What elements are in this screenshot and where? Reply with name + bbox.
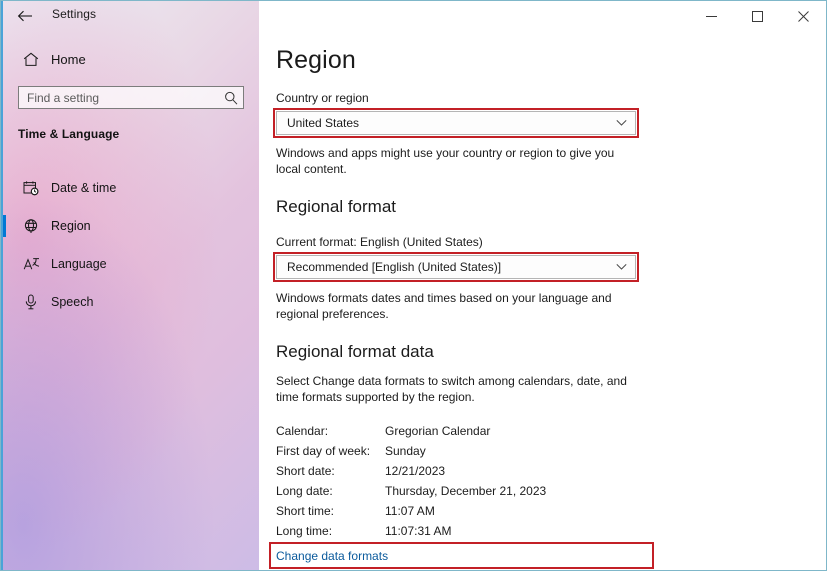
maximize-icon — [751, 10, 763, 22]
sidebar-item-label: Date & time — [51, 181, 117, 195]
regional-format-data-description: Select Change data formats to switch amo… — [276, 374, 627, 404]
sidebar-group-title: Time & Language — [18, 127, 120, 141]
table-row: First day of week: Sunday — [276, 441, 696, 461]
close-icon — [797, 10, 809, 22]
back-arrow-icon — [17, 9, 33, 23]
regional-format-data-table: Calendar: Gregorian Calendar First day o… — [276, 421, 696, 541]
row-value: Sunday — [385, 444, 426, 458]
row-value: 12/21/2023 — [385, 464, 446, 478]
home-icon — [13, 52, 49, 67]
maximize-button[interactable] — [734, 1, 780, 31]
calendar-clock-icon — [13, 180, 49, 196]
search-icon[interactable] — [219, 87, 243, 108]
regional-format-heading: Regional format — [276, 197, 397, 216]
sidebar-item-label: Speech — [51, 295, 94, 309]
row-label: Calendar: — [276, 424, 329, 438]
row-value: 11:07 AM — [385, 504, 435, 518]
row-label: Short time: — [276, 504, 335, 518]
table-row: Short date: 12/21/2023 — [276, 461, 696, 481]
sidebar: Home Time & Language — [1, 1, 259, 570]
table-row: Short time: 11:07 AM — [276, 501, 696, 521]
sidebar-item-label: Language — [51, 257, 107, 271]
globe-region-icon — [13, 218, 49, 234]
back-button[interactable] — [10, 2, 40, 30]
app-title: Settings — [52, 7, 97, 21]
row-value: 11:07:31 AM — [385, 524, 452, 538]
search-box[interactable] — [18, 86, 244, 109]
sidebar-item-label: Region — [51, 219, 91, 233]
sidebar-item-home[interactable]: Home — [3, 45, 259, 73]
row-value: Gregorian Calendar — [385, 424, 491, 438]
sidebar-item-language[interactable]: Language — [3, 245, 259, 283]
window-controls — [688, 1, 826, 31]
page-title: Region — [276, 46, 356, 74]
regional-format-dropdown-highlight — [273, 252, 639, 282]
title-bar: Settings — [1, 1, 826, 31]
microphone-icon — [13, 294, 49, 310]
sidebar-home-label: Home — [51, 51, 86, 67]
main-content: Region Country or region United States W… — [259, 31, 826, 570]
settings-window: Settings Home Find a setting Time & Lang… — [0, 0, 827, 571]
current-format-label: Current format: English (United States) — [276, 235, 483, 249]
minimize-icon — [705, 11, 717, 22]
row-label: Long time: — [276, 524, 333, 538]
change-data-formats-highlight — [269, 542, 654, 569]
language-icon — [13, 256, 49, 272]
country-or-region-label: Country or region — [276, 91, 369, 105]
row-label: Long date: — [276, 484, 333, 498]
row-label: First day of week: — [276, 444, 371, 458]
selection-indicator — [3, 215, 6, 237]
search-input[interactable] — [19, 87, 219, 108]
sidebar-item-speech[interactable]: Speech — [3, 283, 259, 321]
sidebar-item-date-time[interactable]: Date & time — [3, 169, 259, 207]
row-label: Short date: — [276, 464, 335, 478]
country-dropdown-highlight — [273, 108, 639, 138]
regional-format-data-heading: Regional format data — [276, 342, 434, 361]
sidebar-item-region[interactable]: Region — [3, 207, 259, 245]
minimize-button[interactable] — [688, 1, 734, 31]
sidebar-nav-list: Date & time Region Language Speech — [3, 169, 259, 321]
close-button[interactable] — [780, 1, 826, 31]
table-row: Long time: 11:07:31 AM — [276, 521, 696, 541]
table-row: Calendar: Gregorian Calendar — [276, 421, 696, 441]
row-value: Thursday, December 21, 2023 — [385, 484, 547, 498]
country-or-region-description: Windows and apps might use your country … — [276, 146, 615, 176]
table-row: Long date: Thursday, December 21, 2023 — [276, 481, 696, 501]
regional-format-description: Windows formats dates and times based on… — [276, 291, 612, 321]
